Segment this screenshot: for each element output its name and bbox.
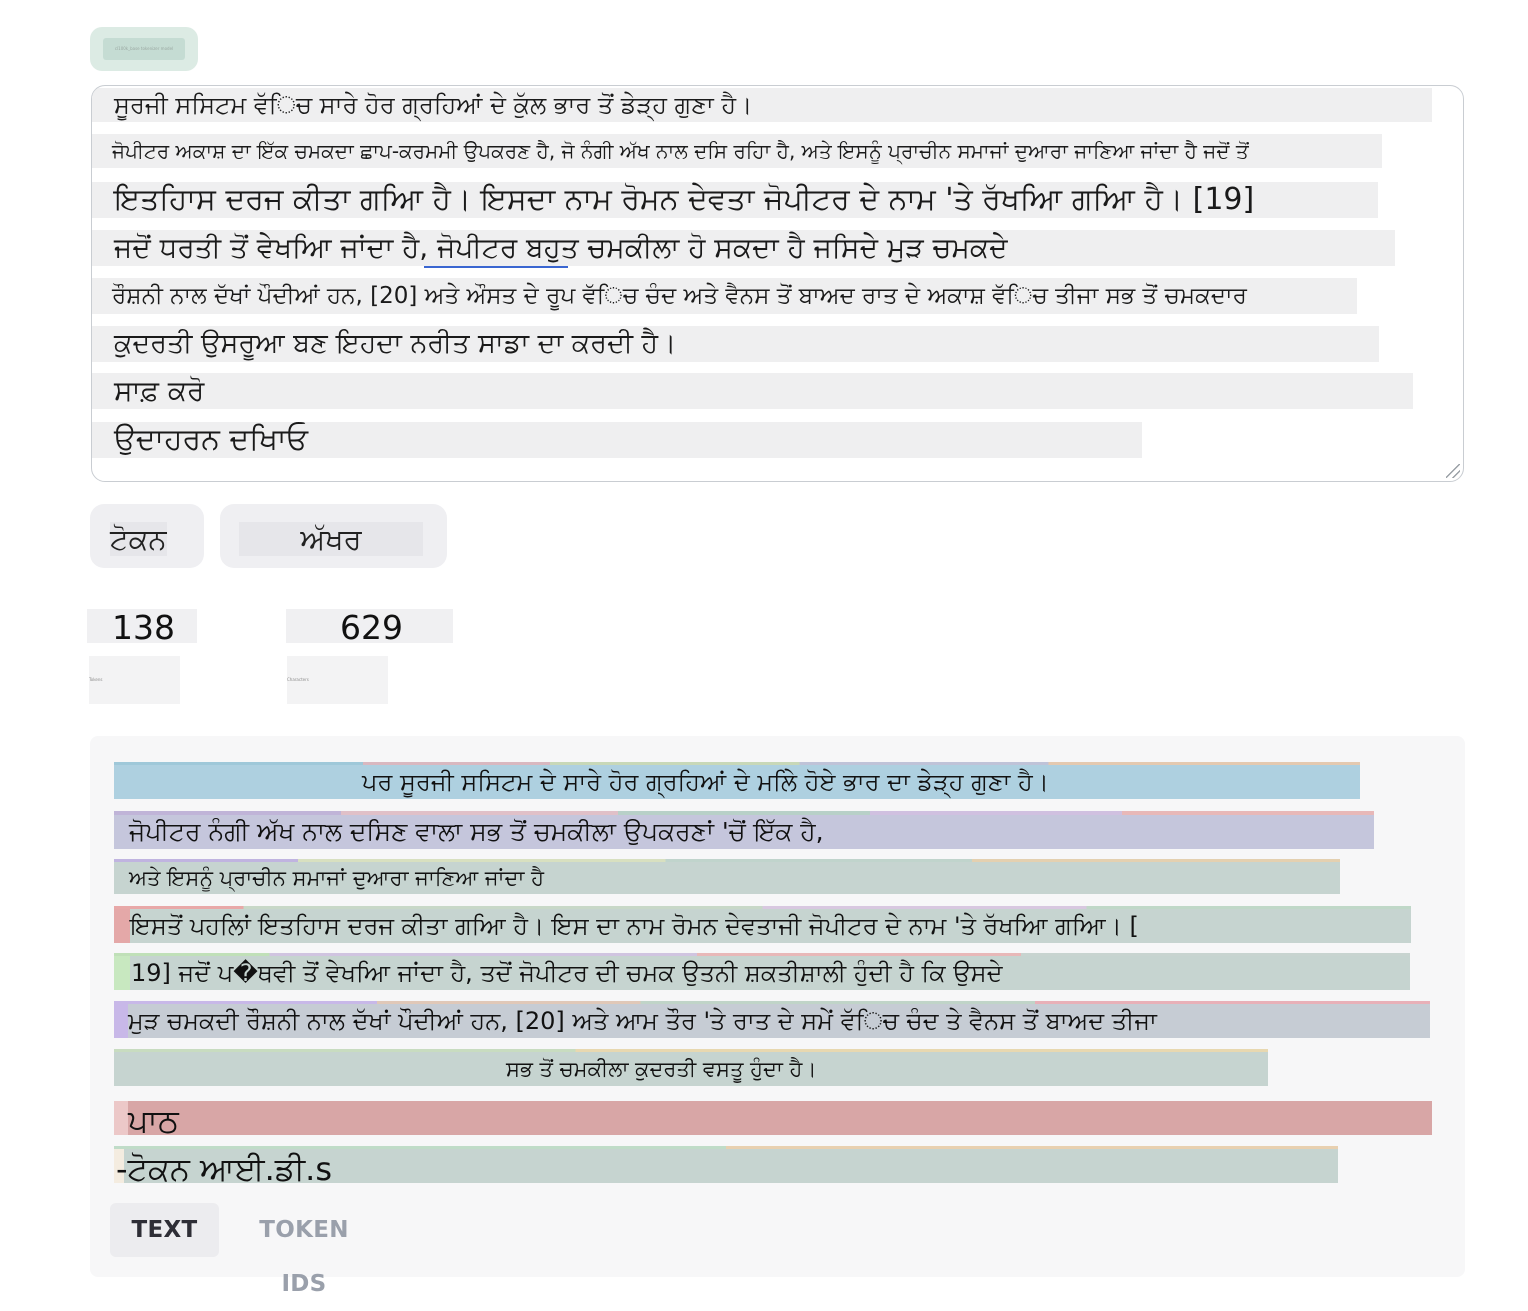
link-underline xyxy=(424,266,568,268)
tab-token-ids[interactable]: TOKEN IDS xyxy=(234,1203,374,1297)
chars-toggle-button[interactable]: ਅੱਖਰ xyxy=(220,504,447,568)
token-segment: ਮੁੜ ਚਮਕਦੀ ਰੌਸ਼ਨੀ ਨਾਲ ਦੱਖਾਂ ਪੌਦੀਆਂ ਹਨ, [2… xyxy=(114,1004,1430,1038)
chars-toggle-label: ਅੱਖਰ xyxy=(239,522,423,556)
clear-label[interactable]: ਸਾਫ਼ ਕਰੋ xyxy=(92,373,1413,409)
token-segment: 19] ਜਦੋਂ ਪ�ਥਵੀ ਤੋਂ ਵੇਖਆਿ ਜਾਂਦਾ ਹੈ, ਤਦੋਂ … xyxy=(114,956,1410,990)
editor-line: ਜਦੋਂ ਧਰਤੀ ਤੋਂ ਵੇਖਆਿ ਜਾਂਦਾ ਹੈ, ਜੋਪੀਟਰ ਬਹੁ… xyxy=(92,230,1395,266)
token-segment: ਜੋਪੀਟਰ ਨੰਗੀ ਅੱਖ ਨਾਲ ਦਸਿਣ ਵਾਲਾ ਸਭ ਤੋਂ ਚਮਕ… xyxy=(114,815,1374,849)
token-count: 138 xyxy=(87,609,197,647)
editor-line: ਇਤਹਿਾਸ ਦਰਜ ਕੀਤਾ ਗਆਿ ਹੈ। ਇਸਦਾ ਨਾਮ ਰੋਮਨ ਦੇ… xyxy=(92,182,1378,218)
token-segment: ਸਭ ਤੋਂ ਚਮਕੀਲਾ ਕੁਦਰਤੀ ਵਸਤੂ ਹੁੰਦਾ ਹੈ। xyxy=(114,1052,1268,1086)
token-segment: ਪਾਠ xyxy=(114,1101,1432,1135)
token-segment: -ਟੋਕਨ ਆਈ.ਡੀ.s xyxy=(114,1149,1338,1183)
char-count-label: Characters xyxy=(287,656,388,704)
editor-line: ਸੂਰਜੀ ਸਸਿਟਮ ਵੱਿਚ ਸਾਰੇ ਹੋਰ ਗ੍ਰਹਿਆਂ ਦੇ ਕੁੱ… xyxy=(92,88,1432,122)
token-segment: ਪਰ ਸੂਰਜੀ ਸਸਿਟਮ ਦੇ ਸਾਰੇ ਹੋਰ ਗ੍ਰਹਿਆਂ ਦੇ ਮਲ… xyxy=(114,765,1360,799)
token-count-label: Tokens xyxy=(89,656,180,704)
token-segment: ਅਤੇ ਇਸਨੂੰ ਪ੍ਰਾਚੀਨ ਸਮਾਜਾਂ ਦੁਆਰਾ ਜਾਣਿਆ ਜਾਂ… xyxy=(114,862,1340,894)
model-selector[interactable]: cl100k_base tokenizer model xyxy=(90,27,198,71)
editor-line: ਜੋਪੀਟਰ ਅਕਾਸ਼ ਦਾ ਇੱਕ ਚਮਕਦਾ ਛਾਪ-ਕਰਮਮੀ ਉਪਕਰ… xyxy=(92,134,1382,168)
resize-handle-icon[interactable] xyxy=(1446,464,1460,478)
token-segment: ਇਸਤੋਂ ਪਹਲਿਾਂ ਇਤਹਿਾਸ ਦਰਜ ਕੀਤਾ ਗਆਿ ਹੈ। ਇਸ … xyxy=(114,909,1411,943)
tab-text[interactable]: TEXT xyxy=(110,1203,219,1257)
tokens-toggle-button[interactable]: ਟੋਕਨ xyxy=(90,504,204,568)
text-input-area[interactable]: ਸੂਰਜੀ ਸਸਿਟਮ ਵੱਿਚ ਸਾਰੇ ਹੋਰ ਗ੍ਰਹਿਆਂ ਦੇ ਕੁੱ… xyxy=(91,85,1464,482)
editor-line: ਕੁਦਰਤੀ ਉਸਰੂਆ ਬਣ ਇਹਦਾ ਨਰੀਤ ਸਾਡਾ ਦਾ ਕਰਦੀ ਹ… xyxy=(92,326,1379,362)
model-selector-label: cl100k_base tokenizer model xyxy=(103,38,185,60)
char-count: 629 xyxy=(286,609,453,647)
editor-line: ਰੌਸ਼ਨੀ ਨਾਲ ਦੱਖਾਂ ਪੌਦੀਆਂ ਹਨ, [20] ਅਤੇ ਔਸਤ… xyxy=(92,278,1357,314)
tokens-toggle-label: ਟੋਕਨ xyxy=(110,522,167,556)
show-example-label[interactable]: ਉਦਾਹਰਨ ਦਖਾਿਓ xyxy=(92,422,1142,458)
